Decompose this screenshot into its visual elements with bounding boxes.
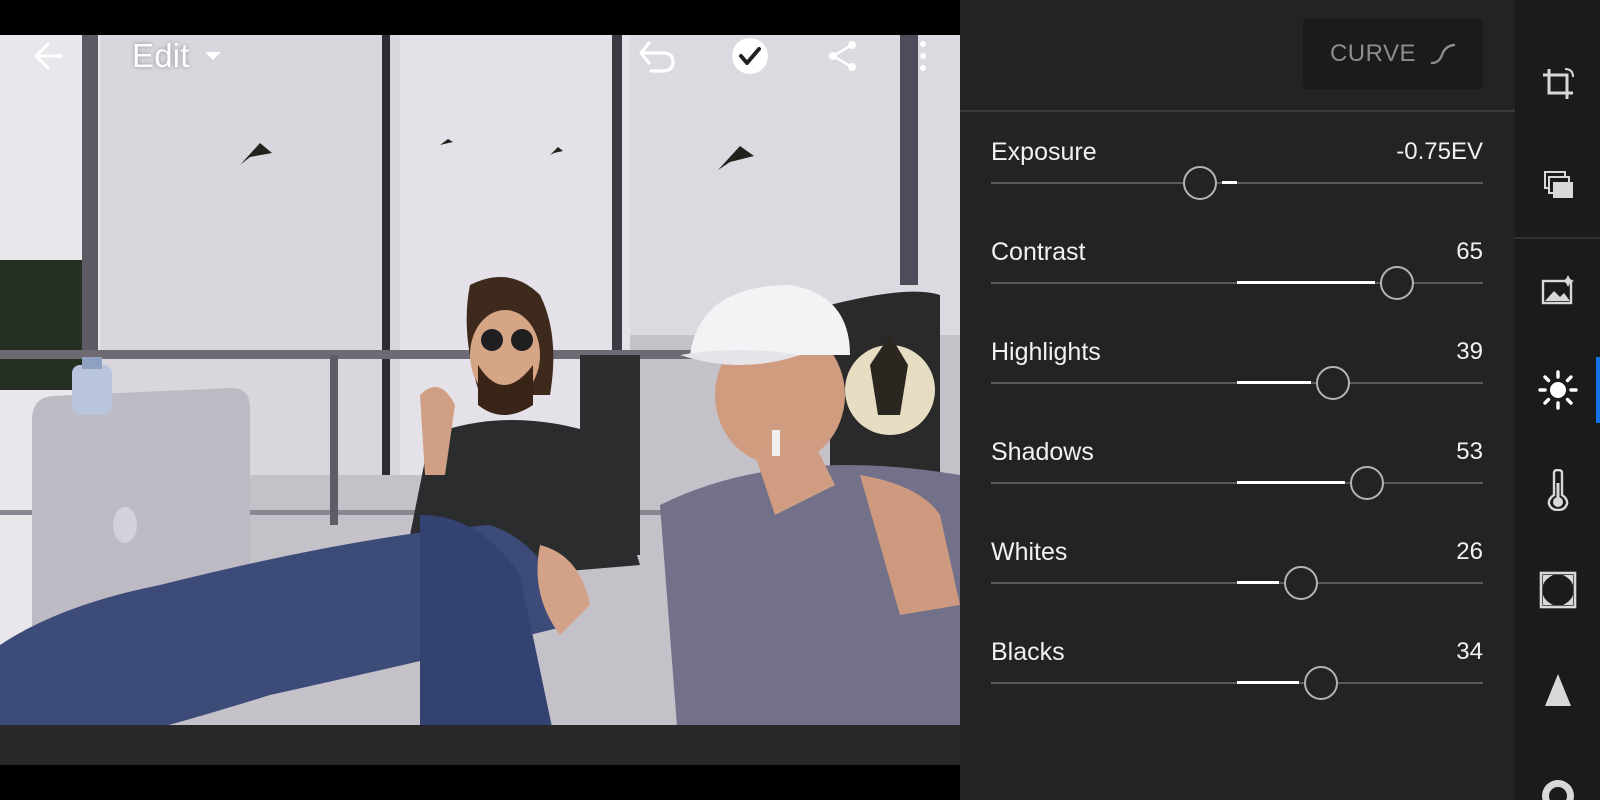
exposure-slider: Exposure -0.75EV xyxy=(991,130,1483,228)
undo-icon xyxy=(639,41,675,73)
color-tool-button[interactable] xyxy=(1515,455,1600,525)
slider-value: 39 xyxy=(1456,338,1483,365)
optics-tool-button[interactable] xyxy=(1515,755,1600,800)
slider-value: -0.75EV xyxy=(1396,138,1483,165)
panel-header: CURVE xyxy=(960,0,1515,112)
checkmark-circle-icon xyxy=(732,38,768,74)
slider-thumb[interactable] xyxy=(1303,666,1338,700)
slider-fill xyxy=(1237,281,1375,284)
slider-thumb[interactable] xyxy=(1283,566,1318,600)
curve-button-label: CURVE xyxy=(1329,40,1417,67)
light-icon xyxy=(1537,370,1578,410)
auto-enhance-icon xyxy=(1541,275,1574,305)
slider-track[interactable] xyxy=(991,182,1483,184)
share-button[interactable] xyxy=(821,34,865,78)
slider-fill xyxy=(1237,381,1311,384)
slider-value: 53 xyxy=(1456,438,1483,465)
toolbar-divider xyxy=(1515,237,1600,239)
slider-label: Contrast xyxy=(991,238,1086,266)
whites-slider: Whites 26 xyxy=(991,530,1483,628)
slider-thumb[interactable] xyxy=(1379,266,1414,300)
slider-label: Highlights xyxy=(991,338,1101,366)
slider-fill xyxy=(1237,581,1279,584)
share-icon xyxy=(829,41,856,71)
curve-icon xyxy=(1430,43,1456,65)
detail-tool-button[interactable] xyxy=(1515,655,1600,725)
curve-button[interactable]: CURVE xyxy=(1303,19,1483,89)
tool-strip xyxy=(1515,0,1600,800)
auto-tool-button[interactable] xyxy=(1515,255,1600,325)
slider-label: Whites xyxy=(991,538,1068,566)
slider-thumb[interactable] xyxy=(1350,466,1385,500)
presets-icon xyxy=(1543,171,1573,198)
slider-value: 34 xyxy=(1456,638,1483,665)
light-adjustment-panel: CURVE Exposure -0.75EV Contrast 65 Highl… xyxy=(960,0,1515,800)
slider-fill xyxy=(1222,181,1237,184)
slider-thumb[interactable] xyxy=(1315,366,1350,400)
presets-tool-button[interactable] xyxy=(1515,150,1600,220)
slider-fill xyxy=(1237,481,1346,484)
shadows-slider: Shadows 53 xyxy=(991,430,1483,528)
contrast-slider: Contrast 65 xyxy=(991,230,1483,328)
thermometer-icon xyxy=(1547,469,1568,511)
slider-label: Shadows xyxy=(991,438,1094,466)
effects-tool-button[interactable] xyxy=(1515,555,1600,625)
slider-label: Exposure xyxy=(991,138,1097,166)
blacks-slider: Blacks 34 xyxy=(991,630,1483,728)
vignette-icon xyxy=(1539,571,1576,609)
kebab-menu-icon xyxy=(920,41,926,71)
lens-icon xyxy=(1541,780,1574,800)
edit-mode-dropdown[interactable]: Edit xyxy=(132,34,222,78)
more-options-button[interactable] xyxy=(908,34,938,78)
photo-editor-app: Edit CURVE Exposure -0.75EV Contrast 65 … xyxy=(0,0,1600,800)
crop-rotate-icon xyxy=(1542,68,1574,99)
back-arrow-icon xyxy=(34,42,63,70)
detail-triangle-icon xyxy=(1544,674,1571,706)
slider-value: 26 xyxy=(1456,538,1483,565)
slider-label: Blacks xyxy=(991,638,1065,666)
photo-image xyxy=(0,35,960,765)
edit-mode-label: Edit xyxy=(132,37,190,74)
top-bar: Edit xyxy=(0,32,960,80)
crop-tool-button[interactable] xyxy=(1515,50,1600,120)
slider-fill xyxy=(1237,681,1299,684)
undo-button[interactable] xyxy=(633,34,679,78)
slider-value: 65 xyxy=(1456,238,1483,265)
active-tool-indicator xyxy=(1596,357,1600,423)
photo-area: Edit xyxy=(0,0,960,800)
back-button[interactable] xyxy=(26,34,70,78)
highlights-slider: Highlights 39 xyxy=(991,330,1483,428)
slider-thumb[interactable] xyxy=(1183,166,1218,200)
done-button[interactable] xyxy=(728,34,772,78)
light-tool-button[interactable] xyxy=(1515,355,1600,425)
photo-preview[interactable] xyxy=(0,35,960,765)
chevron-down-icon xyxy=(204,52,221,60)
